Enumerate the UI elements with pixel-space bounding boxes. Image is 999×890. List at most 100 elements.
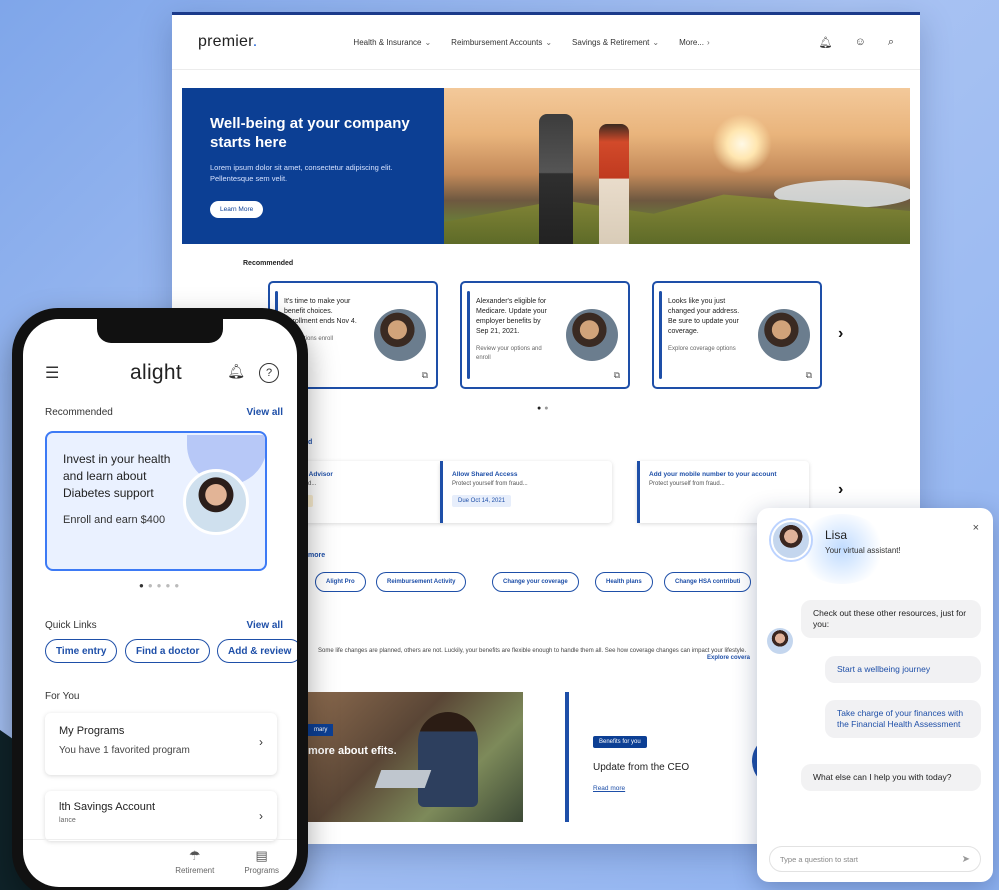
chat-input-placeholder: Type a question to start bbox=[780, 854, 858, 864]
bell-icon[interactable]: 🔔︎ bbox=[227, 363, 245, 383]
tab-programs[interactable]: ▤ Programs bbox=[244, 848, 279, 887]
learn-more-button[interactable]: Learn More bbox=[210, 201, 264, 218]
person-figure bbox=[418, 712, 478, 807]
app-logo: alight bbox=[130, 361, 183, 384]
brand-logo[interactable]: premier. bbox=[198, 33, 257, 51]
profile-icon[interactable]: ☺ bbox=[855, 36, 866, 49]
external-link-icon[interactable]: ⧉ bbox=[422, 370, 428, 381]
avatar bbox=[566, 309, 618, 361]
recommended-card[interactable]: Alexander's eligible for Medicare. Updat… bbox=[460, 281, 630, 389]
quick-link-chip[interactable]: Add & review bbox=[217, 639, 297, 663]
send-icon[interactable]: ➤ bbox=[962, 854, 970, 865]
card-title: My Programs bbox=[59, 725, 125, 737]
bottom-tab-bar: ☂ Retirement ▤ Programs bbox=[23, 839, 297, 887]
external-link-icon[interactable]: ⧉ bbox=[806, 370, 812, 381]
chevron-down-icon: ⌄ bbox=[652, 37, 660, 47]
quick-links-header: Quick Links View all bbox=[45, 620, 283, 631]
assistant-avatar bbox=[767, 628, 793, 654]
task-card[interactable]: Allow Shared Access Protect yourself fro… bbox=[440, 461, 612, 523]
chat-message: What else can I help you with today? bbox=[801, 764, 981, 791]
assistant-name: Lisa bbox=[825, 528, 848, 542]
ceo-update-card[interactable]: Benefits for you Update from the CEO Rea… bbox=[565, 692, 755, 822]
for-you-label: For You bbox=[45, 691, 80, 702]
avatar bbox=[374, 309, 426, 361]
header-icons: 🔔︎ ? bbox=[227, 363, 279, 383]
quick-link-chip[interactable]: Time entry bbox=[45, 639, 118, 663]
carousel-dots[interactable]: ●●●●● bbox=[139, 581, 183, 590]
next-arrow-icon[interactable]: › bbox=[838, 325, 843, 343]
next-arrow-icon[interactable]: › bbox=[838, 481, 843, 499]
due-badge: Due Oct 14, 2021 bbox=[452, 495, 512, 507]
bell-icon[interactable]: 🔔︎ bbox=[819, 36, 833, 49]
external-link-icon[interactable]: ⧉ bbox=[614, 370, 620, 381]
article-photo-card[interactable]: mary more about efits. bbox=[308, 692, 523, 822]
quick-link-pill[interactable]: Alight Pro bbox=[315, 572, 366, 592]
hero-panel: Well-being at your company starts here L… bbox=[182, 88, 444, 244]
recommended-card[interactable]: Invest in your health and learn about Di… bbox=[45, 431, 267, 571]
phone-screen: ☰ alight 🔔︎ ? Recommended View all Inves… bbox=[23, 319, 297, 887]
nav-savings[interactable]: Savings & Retirement ⌄ bbox=[572, 38, 659, 47]
hero-title: Well-being at your company starts here bbox=[210, 115, 410, 151]
quick-link-pill[interactable]: Change your coverage bbox=[492, 572, 579, 592]
menu-icon[interactable]: ☰ bbox=[45, 363, 59, 383]
card-title: Invest in your health and learn about Di… bbox=[63, 452, 171, 500]
chat-message: Check out these other resources, just fo… bbox=[801, 600, 981, 638]
sun-glow bbox=[712, 114, 772, 174]
tab-retirement[interactable]: ☂ Retirement bbox=[175, 848, 214, 887]
article-title: more about efits. bbox=[308, 745, 397, 757]
view-all-link[interactable]: View all bbox=[246, 620, 283, 631]
section-label: more bbox=[308, 552, 326, 559]
quick-links-label: Quick Links bbox=[45, 620, 97, 631]
chevron-right-icon: › bbox=[259, 809, 263, 823]
chat-suggestion[interactable]: Take charge of your finances with the Fi… bbox=[825, 700, 981, 738]
person-figure bbox=[539, 114, 573, 244]
top-navigation: premier. Health & Insurance ⌄ Reimburseme… bbox=[172, 15, 920, 70]
card-text: Looks like you just changed your address… bbox=[668, 298, 740, 335]
search-icon[interactable]: ⌕ bbox=[888, 36, 894, 49]
help-icon[interactable]: ? bbox=[259, 363, 279, 383]
assistant-avatar bbox=[771, 520, 811, 560]
card-title: lth Savings Account bbox=[59, 801, 156, 813]
explore-coverage-link[interactable]: Explore covera bbox=[707, 655, 750, 661]
quick-link-pill[interactable]: Health plans bbox=[595, 572, 653, 592]
view-all-link[interactable]: View all bbox=[246, 407, 283, 418]
phone-notch bbox=[97, 319, 223, 343]
laptop bbox=[374, 770, 432, 788]
my-programs-card[interactable]: My Programs You have 1 favorited program… bbox=[45, 713, 277, 775]
quick-link-pill[interactable]: Change HSA contributi bbox=[664, 572, 752, 592]
chevron-down-icon: ⌄ bbox=[545, 37, 553, 47]
app-header: ☰ alight 🔔︎ ? bbox=[23, 353, 297, 393]
recommended-label: Recommended bbox=[243, 260, 294, 267]
quick-link-chip[interactable]: Find a doctor bbox=[125, 639, 211, 663]
nav-icons: 🔔︎ ☺ ⌕ bbox=[819, 36, 894, 49]
nav-more[interactable]: More... › bbox=[679, 38, 710, 47]
umbrella-icon: ☂ bbox=[188, 848, 201, 863]
quick-link-pill[interactable]: Reimbursement Activity bbox=[376, 572, 467, 592]
assistant-subtitle: Your virtual assistant! bbox=[825, 546, 901, 555]
hero-image bbox=[444, 88, 910, 244]
card-text: Alexander's eligible for Medicare. Updat… bbox=[476, 298, 547, 335]
chevron-down-icon: ⌄ bbox=[424, 37, 432, 47]
avatar bbox=[758, 309, 810, 361]
mobile-phone: ☰ alight 🔔︎ ? Recommended View all Inves… bbox=[12, 308, 308, 890]
hsa-card[interactable]: lth Savings Account lance › bbox=[45, 791, 277, 841]
chat-input[interactable]: Type a question to start ➤ bbox=[769, 846, 981, 872]
hero-banner: Well-being at your company starts here L… bbox=[182, 88, 910, 244]
carousel-dots[interactable]: ●● bbox=[537, 405, 551, 412]
card-subtext: Explore coverage options bbox=[668, 346, 736, 352]
read-more-link[interactable]: Read more bbox=[593, 785, 727, 792]
nav-health-insurance[interactable]: Health & Insurance ⌄ bbox=[353, 38, 431, 47]
avatar bbox=[183, 469, 249, 535]
card-subtext: You have 1 favorited program bbox=[59, 745, 190, 756]
card-subtext: lance bbox=[59, 817, 76, 824]
recommended-card[interactable]: Looks like you just changed your address… bbox=[652, 281, 822, 389]
chevron-right-icon: › bbox=[707, 37, 710, 47]
chat-widget: Lisa Your virtual assistant! × Check out… bbox=[757, 508, 993, 882]
clipboard-icon: ▤ bbox=[255, 848, 268, 863]
close-icon[interactable]: × bbox=[973, 522, 979, 534]
chat-suggestion[interactable]: Start a wellbeing journey bbox=[825, 656, 981, 683]
nav-reimbursement[interactable]: Reimbursement Accounts ⌄ bbox=[451, 38, 552, 47]
task-subtitle: Protect yourself from fraud... bbox=[452, 481, 528, 487]
task-title: Allow Shared Access bbox=[452, 471, 518, 478]
recommended-header: Recommended View all bbox=[45, 407, 283, 418]
